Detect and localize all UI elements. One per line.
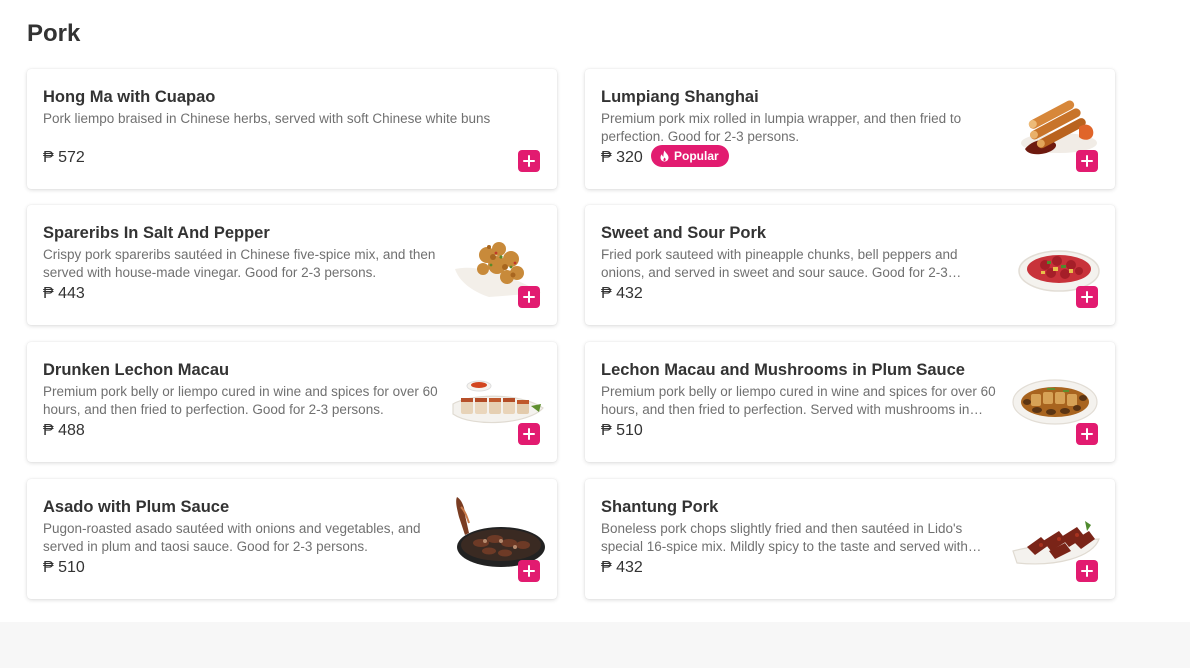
item-name: Spareribs In Salt And Pepper [43,224,270,242]
item-name: Hong Ma with Cuapao [43,88,216,106]
menu-item-card[interactable]: Sweet and Sour Pork Fried pork sauteed w… [585,205,1115,325]
item-description: Pork liempo braised in Chinese herbs, se… [43,111,491,126]
plus-icon [1081,428,1093,440]
add-to-cart-button[interactable] [1076,560,1098,582]
item-name: Lumpiang Shanghai [601,88,759,106]
item-name: Sweet and Sour Pork [601,224,767,242]
add-to-cart-button[interactable] [518,150,540,172]
item-name: Drunken Lechon Macau [43,361,230,379]
plus-icon [1081,565,1093,577]
item-description: Premium pork mix rolled in lumpia wrappe… [601,111,962,144]
item-price: ₱ 488 [43,422,85,439]
menu-item-card[interactable]: Lumpiang Shanghai Premium pork mix rolle… [585,69,1115,189]
add-to-cart-button[interactable] [518,560,540,582]
plus-icon [1081,155,1093,167]
item-name: Lechon Macau and Mushrooms in Plum Sauce [601,361,965,379]
item-description: Fried pork sauteed with pineapple chunks… [601,247,958,280]
plus-icon [1081,291,1093,303]
add-to-cart-button[interactable] [518,423,540,445]
add-to-cart-button[interactable] [1076,423,1098,445]
item-description: Premium pork belly or liempo cured in wi… [601,384,996,417]
menu-item-card[interactable]: Drunken Lechon Macau Premium pork belly … [27,342,557,462]
item-description: Crispy pork spareribs sautéed in Chinese… [43,247,436,280]
flame-icon [660,150,669,162]
item-price: ₱ 443 [43,285,85,302]
menu-item-card[interactable]: Shantung Pork Boneless pork chops slight… [585,479,1115,599]
item-price: ₱ 572 [43,149,85,166]
item-price: ₱ 510 [43,559,85,576]
add-to-cart-button[interactable] [1076,286,1098,308]
item-price: ₱ 320 [601,149,643,166]
add-to-cart-button[interactable] [518,286,540,308]
popular-badge: Popular [651,145,729,167]
item-description: Pugon-roasted asado sautéed with onions … [43,521,421,554]
item-price: ₱ 510 [601,422,643,439]
menu-item-card[interactable]: Spareribs In Salt And Pepper Crispy pork… [27,205,557,325]
item-price: ₱ 432 [601,285,643,302]
item-description: Boneless pork chops slightly fried and t… [601,521,968,554]
menu-item-card[interactable]: Lechon Macau and Mushrooms in Plum Sauce… [585,342,1115,462]
add-to-cart-button[interactable] [1076,150,1098,172]
page-footer-band [0,622,1190,668]
menu-item-card[interactable]: Asado with Plum Sauce Pugon-roasted asad… [27,479,557,599]
badge-label: Popular [674,149,719,163]
plus-icon [523,565,535,577]
plus-icon [523,155,535,167]
item-description: Premium pork belly or liempo cured in wi… [43,384,438,417]
plus-icon [523,291,535,303]
plus-icon [523,428,535,440]
item-name: Shantung Pork [601,498,719,516]
item-name: Asado with Plum Sauce [43,498,230,516]
section-title: Pork [27,20,81,47]
item-price: ₱ 432 [601,559,643,576]
menu-item-card[interactable]: Hong Ma with Cuapao Pork liempo braised … [27,69,557,189]
